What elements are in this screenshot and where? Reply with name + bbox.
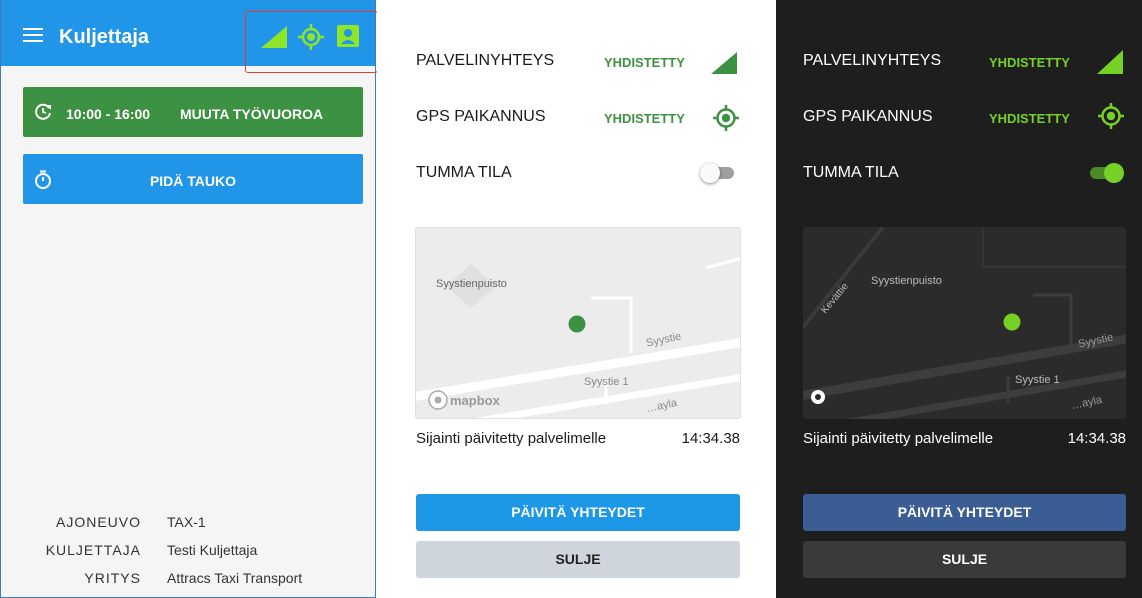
driver-panel: Kuljettaja 10:00 - 16:00 MUUTA TYÖVUOROA: [0, 0, 378, 598]
dark-mode-toggle[interactable]: [700, 163, 740, 183]
gps-icon: [713, 105, 739, 131]
info-key: AJONEUVO: [55, 514, 141, 530]
change-shift-button[interactable]: 10:00 - 16:00 MUUTA TYÖVUOROA: [23, 87, 363, 137]
dark-mode-label: TUMMA TILA: [803, 164, 899, 181]
location-update-text: Sijainti päivitetty palvelimelle: [416, 430, 607, 447]
service-status: YHDISTETTY: [604, 55, 685, 70]
vehicle-info: AJONEUVO TAX-1 KULJETTAJA Testi Kuljetta…: [1, 514, 375, 598]
info-row-driver: KULJETTAJA Testi Kuljettaja: [1, 542, 375, 570]
update-connections-button[interactable]: PÄIVITÄ YHTEYDET: [803, 494, 1126, 531]
location-update-text: Sijainti päivitetty palvelimelle: [803, 430, 994, 447]
highlight-box: [245, 11, 378, 73]
map-park-label: Syystienpuisto: [871, 275, 942, 287]
gps-status: YHDISTETTY: [989, 111, 1070, 126]
gps-status: YHDISTETTY: [604, 111, 685, 126]
mapbox-logo-text: mapbox: [450, 393, 500, 408]
service-status: YHDISTETTY: [989, 55, 1070, 70]
map-address-label: Syystie 1: [1015, 374, 1060, 386]
location-map[interactable]: Syystienpuisto Kevättie Syystie Syystie …: [803, 227, 1126, 419]
signal-icon: [711, 52, 737, 74]
dark-mode-toggle[interactable]: [1086, 163, 1126, 183]
gps-label: GPS PAIKANNUS: [803, 108, 933, 125]
take-break-button[interactable]: PIDÄ TAUKO: [23, 154, 363, 204]
shift-time: 10:00 - 16:00: [66, 106, 151, 122]
location-update-time: 14:34.38: [681, 430, 740, 447]
info-row-vehicle: AJONEUVO TAX-1: [1, 514, 375, 542]
settings-panel-dark: PALVELINYHTEYS YHDISTETTY GPS PAIKANNUS …: [776, 0, 1142, 598]
location-update-row: Sijainti päivitetty palvelimelle 14:34.3…: [803, 430, 1126, 450]
gps-icon: [1098, 103, 1124, 129]
close-button[interactable]: SULJE: [416, 541, 740, 578]
signal-icon: [1097, 50, 1123, 74]
close-button[interactable]: SULJE: [803, 541, 1126, 578]
map-canvas: [416, 228, 740, 418]
location-map[interactable]: Syystienpuisto Syystie Syystie 1 …ayla m…: [415, 227, 741, 419]
info-row-company: YRITYS Attracs Taxi Transport: [1, 570, 375, 598]
dark-mode-label: TUMMA TILA: [416, 164, 512, 181]
service-connection-label: PALVELINYHTEYS: [416, 52, 555, 69]
clock-refresh-icon: [35, 103, 51, 120]
change-shift-label: MUUTA TYÖVUOROA: [180, 106, 324, 122]
settings-panel-light: PALVELINYHTEYS YHDISTETTY GPS PAIKANNUS …: [377, 0, 775, 598]
app-title: Kuljettaja: [59, 26, 150, 48]
location-update-row: Sijainti päivitetty palvelimelle 14:34.3…: [416, 430, 740, 450]
map-canvas: [803, 227, 1126, 419]
gps-label: GPS PAIKANNUS: [416, 108, 546, 125]
info-key: KULJETTAJA: [45, 542, 141, 558]
info-value: Testi Kuljettaja: [167, 542, 258, 558]
update-connections-button[interactable]: PÄIVITÄ YHTEYDET: [416, 494, 740, 531]
take-break-label: PIDÄ TAUKO: [149, 173, 237, 189]
map-park-label: Syystienpuisto: [436, 278, 507, 290]
map-address-label: Syystie 1: [584, 376, 629, 388]
location-update-time: 14:34.38: [1067, 430, 1126, 447]
info-value: TAX-1: [167, 514, 206, 530]
info-value: Attracs Taxi Transport: [167, 570, 303, 586]
menu-icon[interactable]: [23, 28, 43, 42]
service-connection-label: PALVELINYHTEYS: [803, 52, 942, 69]
info-key: YRITYS: [84, 570, 141, 586]
